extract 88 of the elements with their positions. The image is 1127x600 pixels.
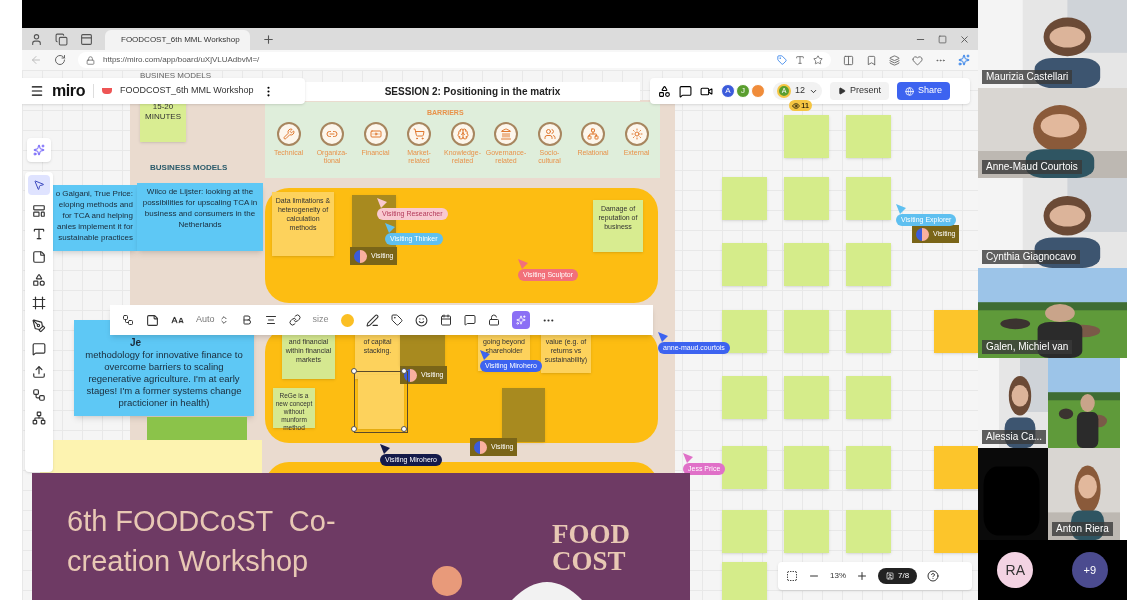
sparkle-icon	[33, 144, 45, 156]
pen-icon[interactable]	[32, 319, 46, 333]
participant-avatar[interactable]: +9	[1071, 552, 1108, 588]
tag-icon[interactable]	[390, 314, 403, 326]
avatar-icon	[354, 249, 367, 263]
globe-icon	[905, 86, 915, 96]
avatar-icon	[474, 440, 487, 454]
sticky-note[interactable]: o Galgani, True Price: eloping methods and for TCA and helping anies implement it for sustainable practices	[52, 185, 137, 251]
templates-icon[interactable]	[32, 204, 46, 218]
miro-logo[interactable]: miro	[52, 79, 86, 103]
reload-icon[interactable]	[54, 54, 66, 66]
split-screen-icon[interactable]	[843, 54, 854, 66]
diagram-icon[interactable]	[32, 388, 46, 402]
play-icon	[838, 87, 846, 95]
color-swatch[interactable]	[340, 313, 354, 327]
select-icon[interactable]	[28, 175, 50, 195]
size-label: size	[312, 313, 329, 327]
frame-label: BUSINES MODELS	[140, 70, 212, 82]
collections-icon[interactable]	[55, 32, 68, 46]
collections-icon[interactable]	[889, 54, 900, 66]
favorites-icon[interactable]	[866, 54, 877, 66]
logo-drawing	[512, 582, 582, 600]
tab-actions-icon[interactable]	[80, 32, 93, 46]
viewer-badge: 11	[789, 100, 813, 111]
new-tab-icon[interactable]	[262, 32, 275, 46]
ai-button[interactable]	[27, 138, 51, 162]
card-icon[interactable]	[439, 314, 452, 326]
profile-icon[interactable]	[30, 32, 43, 46]
sticky-note[interactable]	[400, 333, 445, 366]
link-icon[interactable]	[288, 314, 301, 326]
bold-icon[interactable]	[240, 314, 253, 326]
participant-name: Anton Riera	[1052, 522, 1113, 536]
board-icon	[102, 88, 113, 94]
participant-name: Alessia Ca...	[982, 430, 1047, 444]
resize-handle[interactable]	[351, 426, 357, 432]
participant-name: Cynthia Giagnocavo	[982, 250, 1081, 264]
frame-icon[interactable]	[32, 296, 46, 310]
upload-icon[interactable]	[32, 365, 46, 379]
stepper-icon	[218, 315, 229, 325]
zoom-level: 13%	[830, 570, 846, 582]
close-icon[interactable]	[959, 33, 970, 45]
connector-icon[interactable]	[122, 314, 134, 326]
comment-icon[interactable]	[679, 84, 692, 98]
shapes-icon[interactable]	[32, 273, 46, 287]
section-label: BUSINESS MODELS	[150, 162, 228, 174]
participant-avatar[interactable]: RA	[997, 552, 1034, 588]
resize-handle[interactable]	[401, 426, 407, 432]
browser-tab[interactable]: FOODCOST_6th MML Workshop	[105, 30, 250, 50]
restore-icon[interactable]	[938, 34, 947, 44]
lock-icon[interactable]	[487, 314, 500, 326]
help-icon[interactable]	[927, 570, 940, 582]
ai-icon[interactable]	[511, 311, 530, 329]
favorite-icon[interactable]	[813, 55, 823, 65]
eye-icon	[792, 101, 800, 110]
foodcost-logo: FOOD COST	[552, 521, 630, 575]
sticky-note-icon[interactable]	[146, 313, 159, 327]
fit-icon[interactable]	[786, 570, 798, 582]
align-icon[interactable]	[264, 314, 277, 326]
zoom-in-icon[interactable]	[856, 570, 868, 582]
assign-icon[interactable]	[365, 313, 379, 327]
comment-icon[interactable]	[463, 314, 476, 326]
board-name[interactable]: FOODCOST_6th MML Workshop	[120, 84, 254, 98]
title-banner: 6th FOODCoST Co-creation Workshop FOOD COST	[32, 473, 690, 600]
participant-name: Anne-Maud Courtois	[982, 160, 1082, 174]
avatar[interactable]: A	[721, 84, 735, 98]
lock-icon	[86, 55, 95, 65]
resize-handle[interactable]	[401, 368, 407, 374]
resize-handle[interactable]	[351, 368, 357, 374]
session-title-bar: SESSION 2: Positioning in the matrix	[305, 82, 640, 101]
participant-name: Maurizia Castellari	[982, 70, 1073, 84]
sticky-note-icon[interactable]	[32, 250, 46, 264]
share-button[interactable]: Share	[897, 82, 951, 100]
health-icon[interactable]	[912, 54, 923, 66]
avatar-icon	[916, 227, 929, 241]
mind-map-icon[interactable]	[32, 411, 46, 425]
avatar-icon	[404, 368, 417, 382]
comment-icon[interactable]	[32, 342, 46, 356]
page-counter[interactable]: 7/8	[878, 568, 918, 584]
menu-icon[interactable]	[30, 84, 44, 98]
read-aloud-icon[interactable]	[795, 55, 805, 65]
address-bar[interactable]: https://miro.com/app/board/uXjVLUAdbvM=/	[78, 52, 831, 68]
avatar[interactable]	[751, 84, 765, 98]
copilot-icon[interactable]	[958, 54, 970, 66]
sticky-note[interactable]: Wilco de Lijster: looking at the possibilities for upscaling TCA in business and consumers in the Netherlands	[137, 183, 263, 251]
present-button[interactable]: Present	[830, 82, 890, 100]
note-heading: Je	[130, 337, 142, 349]
text-icon[interactable]	[32, 227, 46, 241]
emoji-icon[interactable]	[414, 313, 428, 327]
